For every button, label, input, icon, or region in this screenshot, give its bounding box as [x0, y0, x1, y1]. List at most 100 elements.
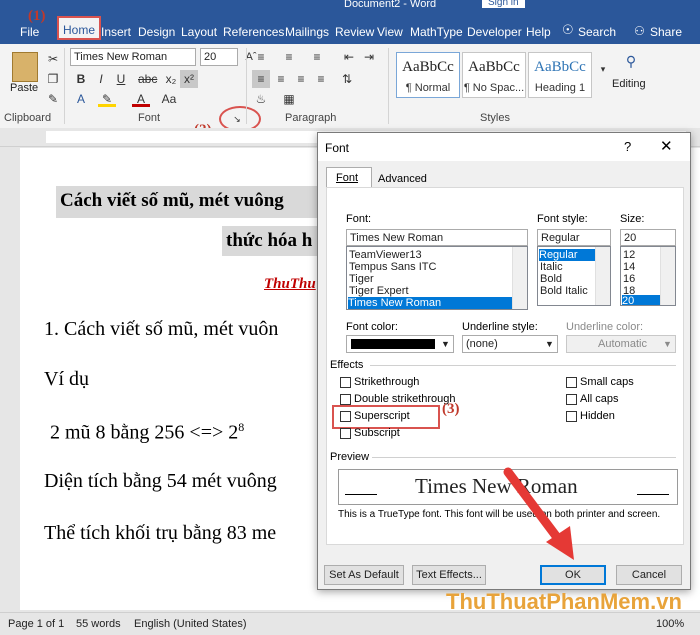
- font-style-input[interactable]: Regular: [537, 229, 611, 246]
- list-item[interactable]: 16: [623, 273, 635, 285]
- font-name-input[interactable]: Times New Roman: [346, 229, 528, 246]
- word-count[interactable]: 55 words: [76, 618, 121, 630]
- small-caps-checkbox[interactable]: [566, 377, 577, 388]
- justify-icon[interactable]: ≡: [312, 70, 330, 88]
- signin-button[interactable]: Sign in: [482, 0, 525, 8]
- font-size-combobox[interactable]: 20: [200, 48, 238, 66]
- style-heading-1[interactable]: AaBbCc Heading 1: [528, 52, 592, 98]
- list-item[interactable]: Bold Italic: [540, 285, 588, 297]
- dialog-help-button[interactable]: ?: [624, 139, 631, 154]
- line-spacing-icon[interactable]: ⇅: [338, 70, 356, 88]
- style-name: ¶ No Spac...: [463, 82, 525, 94]
- underline-style-dropdown[interactable]: (none) ▼: [462, 335, 558, 353]
- align-right-icon[interactable]: ≡: [292, 70, 310, 88]
- bullets-icon[interactable]: ≡: [252, 48, 270, 66]
- style-normal[interactable]: AaBbCc ¶ Normal: [396, 52, 460, 98]
- scrollbar[interactable]: [512, 247, 527, 309]
- list-item[interactable]: 14: [623, 261, 635, 273]
- tell-me-search[interactable]: Search: [578, 22, 616, 44]
- strikethrough-icon[interactable]: abc: [138, 70, 157, 88]
- tab-insert[interactable]: Insert: [101, 22, 131, 44]
- close-icon[interactable]: ✕: [660, 137, 673, 155]
- page-count[interactable]: Page 1 of 1: [8, 618, 64, 630]
- text-effects-icon[interactable]: A: [72, 90, 90, 108]
- change-case-icon[interactable]: Aa: [160, 90, 178, 108]
- tab-view[interactable]: View: [377, 22, 403, 44]
- tab-references[interactable]: References: [223, 22, 284, 44]
- font-color-icon[interactable]: A: [132, 90, 150, 107]
- align-center-icon[interactable]: ≡: [272, 70, 290, 88]
- editing-button[interactable]: Editing: [612, 78, 646, 90]
- cancel-button[interactable]: Cancel: [616, 565, 682, 585]
- tab-font-label: Font: [336, 172, 359, 184]
- cut-icon[interactable]: ✂: [44, 50, 62, 68]
- numbering-icon[interactable]: ≡: [280, 48, 298, 66]
- decrease-indent-icon[interactable]: ⇤: [340, 48, 358, 66]
- size-list[interactable]: 12 14 16 18 20: [620, 246, 676, 306]
- tab-help[interactable]: Help: [526, 22, 551, 44]
- paste-button[interactable]: Paste: [10, 82, 38, 94]
- language-status[interactable]: English (United States): [134, 618, 247, 630]
- copy-icon[interactable]: ❐: [44, 70, 62, 88]
- scrollbar[interactable]: [660, 247, 675, 305]
- strikethrough-checkbox[interactable]: [340, 377, 351, 388]
- format-painter-icon[interactable]: ✎: [44, 90, 62, 108]
- font-color-label: Font color:: [346, 321, 398, 333]
- underline-icon[interactable]: U: [112, 70, 130, 88]
- size-input[interactable]: 20: [620, 229, 676, 246]
- tab-review[interactable]: Review: [335, 22, 374, 44]
- find-icon[interactable]: ⚲: [622, 52, 640, 70]
- hidden-checkbox[interactable]: [566, 411, 577, 422]
- doc-author: ThuThu: [264, 276, 316, 292]
- italic-icon[interactable]: I: [92, 70, 110, 88]
- divider: [246, 48, 247, 124]
- tab-mailings[interactable]: Mailings: [285, 22, 329, 44]
- increase-indent-icon[interactable]: ⇥: [360, 48, 378, 66]
- list-item[interactable]: Italic: [540, 261, 563, 273]
- list-item[interactable]: TeamViewer13: [349, 249, 422, 261]
- list-item-selected[interactable]: Regular: [539, 249, 595, 261]
- subscript-icon[interactable]: x₂: [162, 70, 180, 88]
- font-name-combobox[interactable]: Times New Roman: [70, 48, 196, 66]
- subscript-checkbox[interactable]: [340, 428, 351, 439]
- styles-group-label: Styles: [480, 112, 510, 124]
- double-strikethrough-checkbox[interactable]: [340, 394, 351, 405]
- tab-developer[interactable]: Developer: [467, 22, 522, 44]
- tab-advanced[interactable]: Advanced: [378, 173, 427, 185]
- style-sample: AaBbCc: [468, 59, 520, 75]
- list-item[interactable]: Tempus Sans ITC: [349, 261, 436, 273]
- superscript-icon[interactable]: x²: [180, 70, 198, 88]
- tab-file[interactable]: File: [20, 22, 39, 44]
- bold-icon[interactable]: B: [72, 70, 90, 88]
- list-item[interactable]: 12: [623, 249, 635, 261]
- scrollbar[interactable]: [595, 247, 610, 305]
- tab-mathtype[interactable]: MathType: [410, 22, 463, 44]
- list-item[interactable]: Bold: [540, 273, 562, 285]
- set-as-default-button[interactable]: Set As Default: [324, 565, 404, 585]
- style-no-spacing[interactable]: AaBbCc ¶ No Spac...: [462, 52, 526, 98]
- list-item[interactable]: Tiger: [349, 273, 374, 285]
- underline-color-dropdown[interactable]: Automatic ▼: [566, 335, 676, 353]
- list-item[interactable]: Tiger Expert: [349, 285, 409, 297]
- list-item-selected[interactable]: 20: [622, 295, 660, 305]
- font-list[interactable]: TeamViewer13 Tempus Sans ITC Tiger Tiger…: [346, 246, 528, 310]
- all-caps-checkbox[interactable]: [566, 394, 577, 405]
- zoom-level[interactable]: 100%: [656, 618, 684, 630]
- tab-layout[interactable]: Layout: [181, 22, 217, 44]
- font-style-list[interactable]: Regular Italic Bold Bold Italic: [537, 246, 611, 306]
- list-item-selected[interactable]: Times New Roman: [348, 297, 512, 309]
- highlight-icon[interactable]: ✎: [98, 90, 116, 107]
- borders-icon[interactable]: ▦: [280, 90, 298, 108]
- share-button[interactable]: Share: [650, 22, 682, 44]
- shading-icon[interactable]: ♨: [252, 90, 270, 108]
- tab-design[interactable]: Design: [138, 22, 175, 44]
- ok-button[interactable]: OK: [540, 565, 606, 585]
- tab-font[interactable]: Font: [326, 167, 372, 188]
- styles-more-icon[interactable]: ▾: [594, 60, 612, 78]
- multilevel-list-icon[interactable]: ≡: [308, 48, 326, 66]
- text-effects-button[interactable]: Text Effects...: [412, 565, 486, 585]
- align-left-icon[interactable]: ≡: [252, 70, 270, 88]
- font-color-dropdown[interactable]: ▼: [346, 335, 454, 353]
- tab-home[interactable]: Home: [57, 16, 102, 40]
- document-title: Document2 - Word: [344, 0, 437, 10]
